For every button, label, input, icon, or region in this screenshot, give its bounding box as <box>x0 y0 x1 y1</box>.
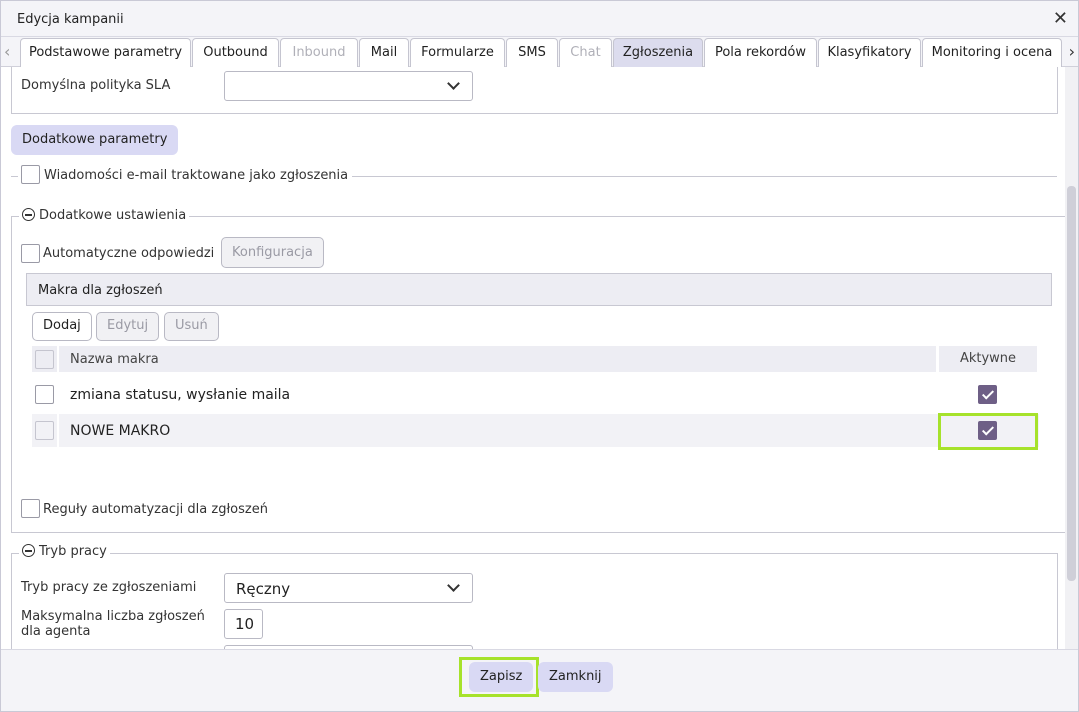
select-all-checkbox[interactable] <box>35 350 54 369</box>
tab-tickets[interactable]: Zgłoszenia <box>613 38 703 67</box>
chevron-down-icon <box>447 77 460 90</box>
collapse-minus-icon <box>22 208 35 221</box>
macro-row-1-name[interactable]: zmiana statusu, wysłanie maila <box>70 387 290 403</box>
additional-settings-title: Dodatkowe ustawienia <box>39 208 187 223</box>
tab-inbound[interactable]: Inbound <box>280 38 358 67</box>
col-name-label: Nazwa makra <box>70 352 159 367</box>
macro-row-2-checkbox[interactable] <box>35 421 54 440</box>
sla-select[interactable] <box>224 71 473 101</box>
email-tickets-legend: Wiadomości e-mail traktowane jako zgłosz… <box>18 165 353 184</box>
macros-title: Makra dla zgłoszeń <box>38 283 163 298</box>
tab-forms[interactable]: Formularze <box>410 38 505 67</box>
grid-col-active[interactable]: Aktywne <box>939 346 1037 372</box>
campaign-edit-dialog: Edycja kampanii ✕ ‹ Podstawowe parametry… <box>0 0 1079 712</box>
highlight-frame <box>938 413 1038 450</box>
save-highlight-frame <box>459 657 539 697</box>
tab-content: Domyślna polityka SLA Dodatkowe parametr… <box>1 67 1067 649</box>
scrollbar-thumb[interactable] <box>1067 186 1076 581</box>
tab-scroll-right-icon[interactable]: › <box>1069 42 1075 61</box>
auto-replies-checkbox[interactable] <box>21 244 40 263</box>
max-tickets-input[interactable]: 10 <box>224 609 263 639</box>
close-icon[interactable]: ✕ <box>1053 8 1068 29</box>
tab-bar: ‹ Podstawowe parametry Outbound Inbound … <box>1 37 1078 67</box>
tab-outbound[interactable]: Outbound <box>192 38 279 67</box>
automation-rules-checkbox[interactable] <box>21 499 40 518</box>
add-macro-button[interactable]: Dodaj <box>32 312 92 341</box>
remove-macro-button[interactable]: Usuń <box>164 312 219 341</box>
auto-replies-label: Automatyczne odpowiedzi <box>43 246 215 261</box>
tab-sms[interactable]: SMS <box>506 38 558 67</box>
configuration-button[interactable]: Konfiguracja <box>221 237 324 268</box>
email-tickets-checkbox[interactable] <box>21 165 40 184</box>
macros-header: Makra dla zgłoszeń <box>26 273 1052 306</box>
work-mode-select[interactable]: Ręczny <box>224 573 473 603</box>
tab-mail[interactable]: Mail <box>359 38 409 67</box>
tab-classifiers[interactable]: Klasyfikatory <box>818 38 921 67</box>
macro-row-1-checkbox[interactable] <box>35 385 54 404</box>
tab-chat[interactable]: Chat <box>559 38 612 67</box>
sla-label: Domyślna polityka SLA <box>21 78 171 93</box>
macro-row-2-name[interactable]: NOWE MAKRO <box>70 423 170 439</box>
grid-col-name[interactable]: Nazwa makra <box>59 346 936 372</box>
work-mode-title: Tryb pracy <box>39 544 107 559</box>
tab-basic-parameters[interactable]: Podstawowe parametry <box>20 38 191 67</box>
close-button[interactable]: Zamknij <box>538 662 613 692</box>
chevron-down-icon <box>447 579 460 592</box>
edit-macro-button[interactable]: Edytuj <box>96 312 160 341</box>
tab-record-fields[interactable]: Pola rekordów <box>704 38 817 67</box>
table-row <box>59 414 1039 447</box>
tab-scroll-left-icon[interactable]: ‹ <box>4 42 10 61</box>
tab-monitoring[interactable]: Monitoring i ocena <box>922 38 1062 67</box>
extra-params-button[interactable]: Dodatkowe parametry <box>11 125 179 155</box>
work-mode-legend[interactable]: Tryb pracy <box>19 544 110 559</box>
dialog-title: Edycja kampanii <box>17 12 124 27</box>
dialog-titlebar: Edycja kampanii ✕ <box>1 1 1078 37</box>
email-tickets-label: Wiadomości e-mail traktowane jako zgłosz… <box>44 168 349 183</box>
automation-rules-label: Reguły automatyzacji dla zgłoszeń <box>43 502 268 517</box>
macro-row-1-active-checkbox[interactable] <box>978 385 997 404</box>
work-mode-label: Tryb pracy ze zgłoszeniami <box>21 580 197 595</box>
additional-settings-group <box>11 216 1067 533</box>
dialog-footer: Zapisz Zamknij <box>1 649 1078 711</box>
collapse-minus-icon <box>22 544 35 557</box>
work-mode-value: Ręczny <box>236 580 291 598</box>
additional-settings-legend[interactable]: Dodatkowe ustawienia <box>19 208 190 223</box>
max-tickets-label: Maksymalna liczba zgłoszeń dla agenta <box>21 609 205 639</box>
